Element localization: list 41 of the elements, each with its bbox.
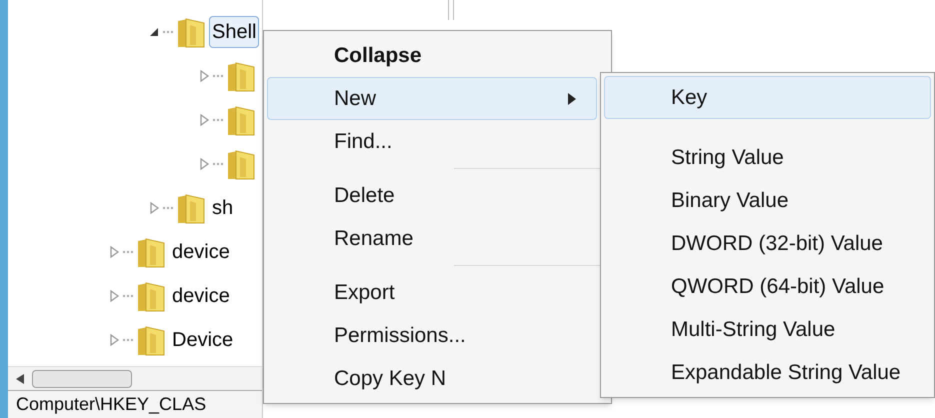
tree-item[interactable]: Shell	[209, 16, 260, 48]
collapsed-triangle-icon[interactable]	[198, 158, 210, 170]
tree-connector-line	[163, 207, 173, 209]
menu-item[interactable]: Permissions...	[267, 314, 597, 357]
menu-item[interactable]: Export	[267, 271, 597, 314]
menu-item[interactable]: Key	[604, 76, 931, 119]
collapsed-triangle-icon[interactable]	[198, 70, 210, 82]
tree-connector-line	[123, 339, 133, 341]
menu-item[interactable]: Rename	[267, 217, 597, 260]
tree-connector-line	[123, 251, 133, 253]
submenu-arrow-icon	[568, 92, 576, 104]
collapsed-triangle-icon[interactable]	[198, 114, 210, 126]
tree-connector-line	[213, 75, 223, 77]
scroll-left-icon[interactable]	[16, 374, 24, 384]
menu-item[interactable]: New	[267, 77, 597, 120]
menu-item[interactable]: Collapse	[267, 34, 597, 77]
menu-item[interactable]: QWORD (64-bit) Value	[604, 265, 931, 308]
menu-item[interactable]: Multi-String Value	[604, 308, 931, 351]
collapsed-triangle-icon[interactable]	[108, 246, 120, 258]
menu-item[interactable]: Expandable String Value	[604, 351, 931, 394]
tree-item[interactable]: Device	[169, 324, 236, 356]
horizontal-scrollbar[interactable]	[8, 366, 262, 390]
tree-item[interactable]: device	[169, 236, 233, 268]
menu-item[interactable]: Find...	[267, 120, 597, 163]
scrollbar-thumb[interactable]	[32, 370, 132, 388]
tree-connector-line	[213, 119, 223, 121]
expanded-triangle-icon[interactable]	[148, 26, 160, 38]
tree-item[interactable]: sh	[209, 192, 236, 224]
status-bar-path: Computer\HKEY_CLAS	[16, 393, 206, 416]
collapsed-triangle-icon[interactable]	[148, 202, 160, 214]
menu-item[interactable]: Binary Value	[604, 179, 931, 222]
menu-item[interactable]: String Value	[604, 136, 931, 179]
menu-item[interactable]: DWORD (32-bit) Value	[604, 222, 931, 265]
tree-connector-line	[163, 31, 173, 33]
tree-item[interactable]: device	[169, 280, 233, 312]
menu-item[interactable]: Copy Key N	[267, 357, 597, 400]
tree-connector-line	[123, 295, 133, 297]
collapsed-triangle-icon[interactable]	[108, 334, 120, 346]
tree-connector-line	[213, 163, 223, 165]
collapsed-triangle-icon[interactable]	[108, 290, 120, 302]
menu-item[interactable]: Delete	[267, 174, 597, 217]
